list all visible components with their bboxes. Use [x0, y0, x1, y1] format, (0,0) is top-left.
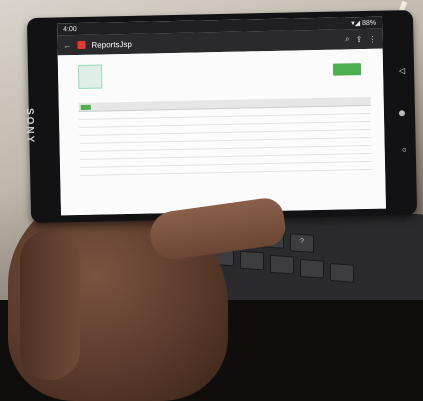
table-cell: [298, 147, 335, 155]
table-cell: [261, 147, 298, 155]
table-cell: [187, 165, 224, 173]
table-cell: [79, 135, 149, 143]
table-cell: [150, 150, 187, 158]
table-cell: [187, 141, 224, 149]
smartphone: SONY 4:00 ▾◢ 88% ← ReportsJsp ⌕ ⇪ ⋮ ◁ ○: [23, 9, 418, 224]
report-page: [57, 48, 386, 216]
table-cell: [297, 123, 334, 131]
header-cell: [149, 101, 186, 110]
back-arrow-icon[interactable]: ←: [63, 41, 71, 50]
table-cell: [297, 139, 334, 147]
table-cell: [261, 155, 298, 163]
table-cell: [297, 107, 334, 115]
appbar-spacer: [138, 40, 339, 44]
table-cell: [187, 149, 224, 157]
table-cell: [334, 106, 371, 114]
table-cell: [186, 109, 223, 117]
table-cell: [223, 116, 260, 124]
table-cell: [297, 115, 334, 123]
keyboard-key: [300, 258, 324, 279]
search-icon[interactable]: ⌕: [345, 34, 350, 44]
table-cell: [186, 133, 223, 141]
table-cell: [223, 132, 260, 140]
table-cell: [224, 164, 261, 172]
photo-scene: H M < > ? SONY 4:00 ▾◢ 88% ← ReportsJsp …: [0, 0, 423, 401]
table-cell: [298, 155, 335, 163]
company-logo: [77, 64, 103, 90]
table-cell: [260, 115, 297, 123]
phone-screen: 4:00 ▾◢ 88% ← ReportsJsp ⌕ ⇪ ⋮: [57, 16, 386, 216]
home-icon[interactable]: ○: [402, 145, 407, 154]
table-cell: [149, 134, 186, 142]
status-time: 4:00: [63, 25, 77, 33]
header-cell: [186, 100, 223, 109]
app-icon: [77, 40, 86, 50]
table-cell: [298, 163, 335, 171]
table-cell: [335, 146, 372, 154]
table-cell: [260, 131, 297, 139]
table-cell: [80, 143, 150, 151]
table-cell: [186, 117, 223, 125]
table-cell: [149, 118, 186, 126]
table-cell: [335, 154, 372, 162]
table-body: [78, 105, 373, 176]
table-cell: [297, 131, 334, 139]
logo-text: [104, 68, 144, 69]
green-tag: [80, 104, 91, 110]
header-cell: [297, 98, 334, 107]
table-cell: [224, 148, 261, 156]
table-cell: [150, 158, 187, 166]
table-cell: [260, 123, 297, 131]
table-cell: [261, 139, 298, 147]
table-cell: [187, 157, 224, 165]
table-cell: [224, 140, 261, 148]
table-cell: [334, 114, 371, 122]
more-icon[interactable]: ⋮: [368, 34, 376, 43]
table-cell: [79, 119, 149, 127]
keyboard-key: [270, 254, 294, 275]
table-cell: [150, 142, 187, 150]
phone-brand: SONY: [23, 107, 36, 145]
keyboard-key: [330, 263, 354, 283]
table-cell: [334, 122, 371, 130]
table-cell: [80, 159, 150, 167]
header-cell: [223, 99, 260, 108]
keyboard-key: [240, 250, 264, 271]
share-icon[interactable]: ⇪: [356, 35, 363, 44]
report-heading: [173, 63, 293, 66]
header-cell: [334, 97, 371, 106]
status-icons: ▾◢ 88%: [351, 19, 377, 28]
table-cell: [261, 163, 298, 171]
table-cell: [79, 127, 149, 135]
table-cell: [150, 166, 187, 174]
table-cell: [186, 125, 223, 133]
table-cell: [334, 138, 371, 146]
key-label: ?: [300, 237, 304, 246]
table-cell: [334, 130, 371, 138]
export-button[interactable]: [332, 63, 362, 76]
header-cell: [260, 98, 297, 107]
table-cell: [149, 110, 186, 118]
table-cell: [335, 162, 372, 170]
table-cell: [79, 111, 149, 119]
back-icon[interactable]: ◁: [399, 66, 405, 75]
palm: [20, 230, 80, 380]
table-cell: [224, 156, 261, 164]
table-cell: [260, 107, 297, 115]
table-cell: [223, 124, 260, 132]
app-title: ReportsJsp: [91, 39, 133, 50]
report-table: [78, 96, 373, 176]
table-cell: [80, 151, 150, 159]
table-cell: [223, 108, 260, 116]
table-cell: [149, 126, 186, 134]
header-cell: [79, 102, 149, 111]
table-cell: [80, 167, 150, 175]
camera-icon: [398, 110, 406, 117]
keyboard-key: ?: [290, 233, 314, 253]
